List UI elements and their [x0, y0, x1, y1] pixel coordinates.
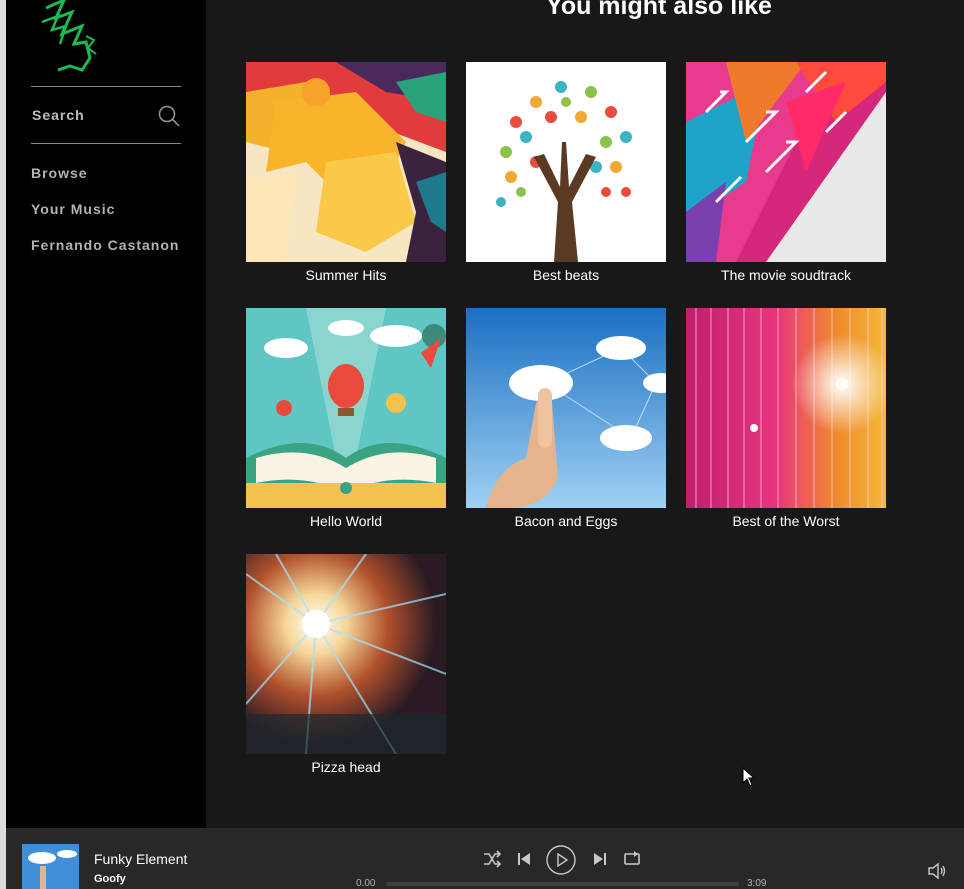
playlist-title[interactable]: Best beats [466, 267, 666, 283]
playlist-title[interactable]: Hello World [246, 513, 446, 529]
page-title: You might also like [546, 0, 772, 20]
sidebar-item-your-music[interactable]: Your Music [31, 201, 115, 217]
search-label[interactable]: Search [32, 107, 85, 123]
summer-hits-art[interactable] [246, 62, 446, 262]
movie-soundtrack-art[interactable] [686, 62, 886, 262]
play-button[interactable] [546, 845, 576, 875]
sidebar-item-profile[interactable]: Fernando Castanon [31, 237, 179, 253]
play-icon[interactable] [546, 845, 576, 875]
playlist-title[interactable]: Best of the Worst [686, 513, 886, 529]
repeat-icon[interactable] [621, 848, 643, 870]
playlist-card[interactable]: The movie soudtrack [686, 62, 886, 283]
track-artist[interactable]: Goofy [94, 873, 126, 885]
sidebar-divider-top [31, 86, 181, 87]
search-icon[interactable] [157, 104, 181, 128]
pizza-head-art[interactable] [246, 554, 446, 754]
playlist-title[interactable]: Pizza head [246, 759, 446, 775]
playlist-card[interactable]: Hello World [246, 308, 446, 529]
track-title[interactable]: Funky Element [94, 851, 187, 867]
playlist-card[interactable]: Best beats [466, 62, 666, 283]
time-total: 3:09 [747, 878, 767, 889]
time-current: 0.00 [356, 878, 376, 889]
volume-icon[interactable] [926, 860, 948, 882]
previous-icon[interactable] [513, 848, 535, 870]
playlist-card[interactable]: Pizza head [246, 554, 446, 775]
progress-bar[interactable] [386, 882, 739, 886]
playlist-card[interactable]: Summer Hits [246, 62, 446, 283]
playlist-title[interactable]: The movie soudtrack [686, 267, 886, 283]
best-beats-art[interactable] [466, 62, 666, 262]
bacon-and-eggs-art[interactable] [466, 308, 666, 508]
next-icon[interactable] [589, 848, 611, 870]
hello-world-art[interactable] [246, 308, 446, 508]
playlist-title[interactable]: Summer Hits [246, 267, 446, 283]
playlist-card[interactable]: Best of the Worst [686, 308, 886, 529]
best-of-the-worst-art[interactable] [686, 308, 886, 508]
sidebar-item-browse[interactable]: Browse [31, 165, 88, 181]
app-window: Search Browse Your Music Fernando Castan… [0, 0, 964, 889]
shuffle-icon[interactable] [481, 848, 503, 870]
playlist-card[interactable]: Bacon and Eggs [466, 308, 666, 529]
logo-icon[interactable] [36, 0, 106, 74]
player-bar: Funky Element Goofy 0.00 3:09 [6, 828, 964, 889]
now-playing-art[interactable] [22, 844, 79, 889]
mouse-cursor-icon [742, 767, 756, 787]
sidebar-divider-bottom [31, 143, 181, 144]
playlist-title[interactable]: Bacon and Eggs [466, 513, 666, 529]
sidebar: Search Browse Your Music Fernando Castan… [6, 0, 206, 828]
